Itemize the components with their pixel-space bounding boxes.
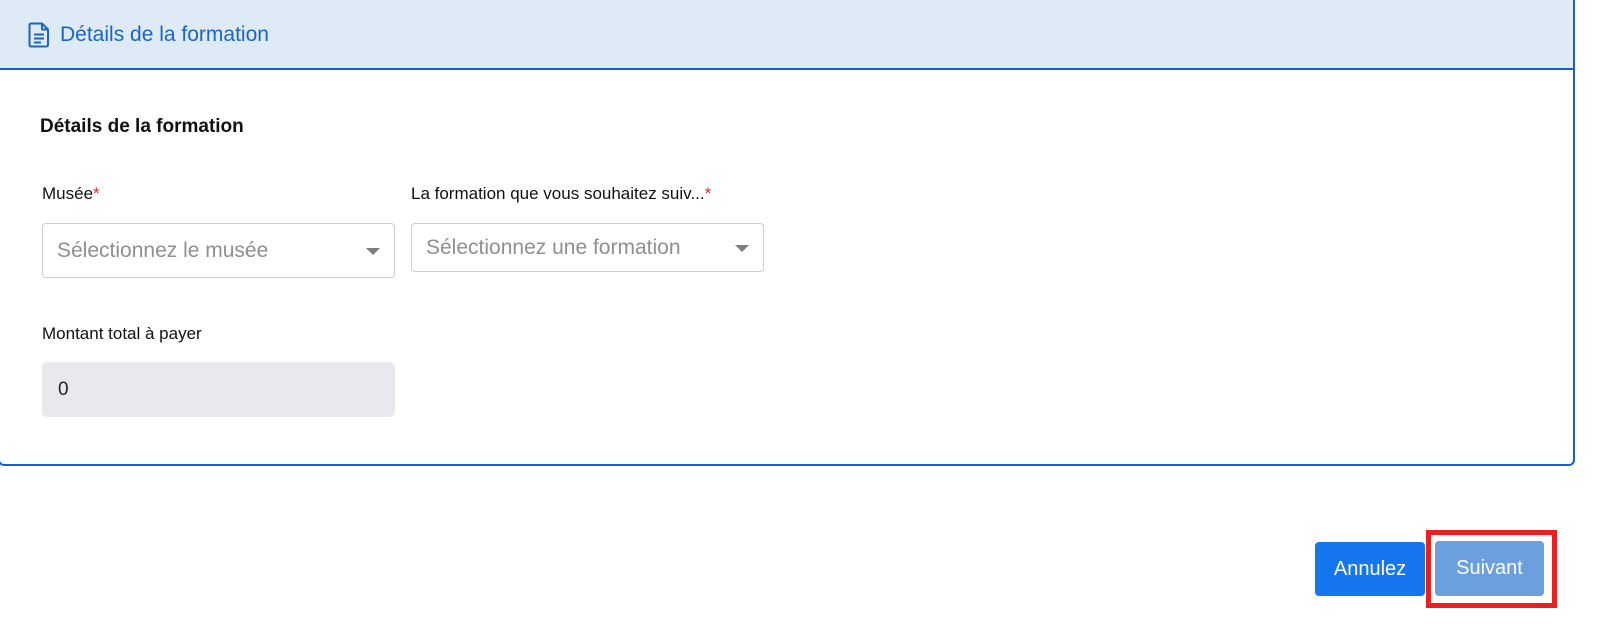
card-header: Détails de la formation — [0, 0, 1573, 70]
montant-value: 0 — [58, 378, 69, 400]
montant-field: 0 — [42, 362, 395, 417]
training-details-card: Détails de la formation Détails de la fo… — [0, 0, 1575, 466]
cancel-button[interactable]: Annulez — [1315, 542, 1425, 596]
formation-select[interactable]: Sélectionnez une formation — [411, 223, 764, 272]
required-asterisk: * — [704, 184, 712, 203]
caret-down-icon — [366, 247, 380, 255]
next-button[interactable]: Suivant — [1435, 541, 1544, 596]
required-asterisk: * — [93, 184, 100, 203]
formation-label: La formation que vous souhaitez suiv...* — [411, 184, 711, 204]
document-icon — [28, 22, 50, 48]
formation-select-placeholder: Sélectionnez une formation — [426, 235, 681, 259]
caret-down-icon — [735, 244, 749, 252]
musee-select[interactable]: Sélectionnez le musée — [42, 223, 395, 278]
formation-label-text: La formation que vous souhaitez suiv... — [411, 184, 705, 203]
musee-select-placeholder: Sélectionnez le musée — [57, 238, 269, 262]
card-title: Détails de la formation — [60, 23, 269, 46]
musee-label: Musée* — [42, 184, 100, 204]
montant-label: Montant total à payer — [42, 324, 202, 343]
musee-label-text: Musée — [42, 184, 94, 203]
section-title: Détails de la formation — [40, 116, 244, 137]
